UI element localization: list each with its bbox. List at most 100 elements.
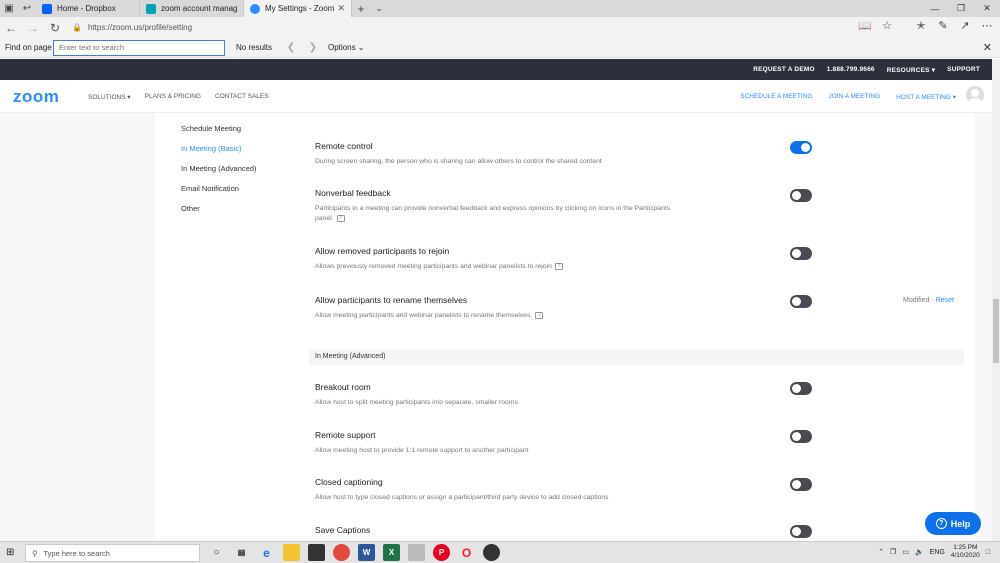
windows-start-icon[interactable]: ⊞ [6,547,14,558]
sidebar-item-schedule-meeting[interactable]: Schedule Meeting [181,124,256,144]
scrollbar-thumb[interactable] [993,299,999,363]
tab-back-icon[interactable]: ↩ [18,0,36,17]
settings-sidebar: Schedule Meeting In Meeting (Basic) In M… [181,124,256,224]
right-gutter [975,113,992,541]
favorite-star-icon[interactable]: ☆ [880,19,894,32]
setting-title: Breakout room [315,382,371,392]
speedometer-app-icon[interactable] [483,544,500,561]
setting-desc: Allow meeting host to provide 1:1 remote… [315,447,529,454]
allow-rejoin-toggle[interactable] [790,247,812,260]
tab-list-chevron-icon[interactable]: ⌄ [370,0,388,17]
setting-desc: Allow host to split meeting participants… [315,399,518,406]
find-next-icon[interactable]: ❯ [302,42,324,53]
sidebar-item-in-meeting-advanced[interactable]: In Meeting (Advanced) [181,164,256,184]
sidebar-item-in-meeting-basic[interactable]: In Meeting (Basic) [181,144,256,164]
setting-desc: Participants in a meeting can provide no… [315,205,671,222]
request-demo-link[interactable]: REQUEST A DEMO [753,66,815,73]
reading-view-icon[interactable]: 📖 [858,19,872,32]
clock[interactable]: 1:25 PM 4/10/2020 [951,544,980,560]
volume-icon[interactable]: 🔈 [915,548,924,556]
edge-icon[interactable]: e [258,544,275,561]
closed-captioning-toggle[interactable] [790,478,812,491]
url-field[interactable]: 🔒 https://zoom.us/profile/setting [72,20,872,35]
zoom-header: zoom SOLUTIONS ▾ PLANS & PRICING CONTACT… [0,80,992,113]
find-options-button[interactable]: Options ⌄ [328,43,365,52]
url-text: https://zoom.us/profile/setting [87,23,193,32]
notifications-icon[interactable]: □ [986,549,990,556]
minimize-icon[interactable]: — [922,0,948,17]
setting-desc: During screen sharing, the person who is… [315,158,602,165]
forward-icon[interactable]: → [22,21,44,35]
store-icon[interactable] [308,544,325,561]
close-tab-icon[interactable]: ✕ [337,3,345,14]
join-meeting-link[interactable]: JOIN A MEETING [828,93,880,101]
schedule-meeting-link[interactable]: SCHEDULE A MEETING [740,93,812,101]
find-close-icon[interactable]: ✕ [983,41,992,54]
tab-dropbox[interactable]: Home - Dropbox [36,0,140,17]
section-header-advanced: In Meeting (Advanced) [309,349,964,365]
nonverbal-feedback-toggle[interactable] [790,189,812,202]
avatar[interactable] [966,86,984,104]
help-tooltip-icon[interactable]: ? [554,262,563,270]
modified-label: Modified [903,297,930,304]
breakout-room-toggle[interactable] [790,382,812,395]
network-icon[interactable]: ▭ [902,548,909,556]
setting-title: Allow participants to rename themselves [315,295,468,305]
setting-remote-support: Remote support Allow meeting host to pro… [315,430,955,456]
zoom-logo[interactable]: zoom [13,87,59,107]
setting-title: Remote support [315,430,376,440]
favorites-icon[interactable]: ✭ [914,19,928,32]
help-tooltip-icon[interactable]: ? [535,311,544,319]
modified-indicator: Modified · Reset [903,297,954,304]
nav-plans-pricing[interactable]: PLANS & PRICING [145,93,201,101]
support-link[interactable]: SUPPORT [947,66,980,73]
nav-solutions[interactable]: SOLUTIONS ▾ [88,93,131,101]
sidebar-item-email-notification[interactable]: Email Notification [181,184,256,204]
paint-icon[interactable] [408,544,425,561]
tray-chevron-icon[interactable]: ⌃ [878,548,884,556]
more-icon[interactable]: ⋯ [980,19,994,32]
refresh-icon[interactable]: ↻ [44,21,66,35]
find-options-label: Options [328,43,356,52]
resources-menu[interactable]: RESOURCES ▾ [887,66,935,74]
reset-link[interactable]: Reset [936,297,954,304]
remote-control-toggle[interactable] [790,141,812,154]
dropbox-tray-icon[interactable]: ❒ [890,548,896,556]
close-window-icon[interactable]: ✕ [974,0,1000,17]
find-prev-icon[interactable]: ❮ [280,42,302,53]
find-input[interactable]: Enter text to search [53,39,225,56]
tab-my-settings[interactable]: My Settings - Zoom ✕ [244,0,352,17]
pinterest-icon[interactable]: P [433,544,450,561]
taskbar-search[interactable]: ⚲ Type here to search [25,544,200,562]
save-captions-toggle[interactable] [790,525,812,538]
nav-contact-sales[interactable]: CONTACT SALES [215,93,269,101]
file-explorer-icon[interactable] [283,544,300,561]
sidebar-item-other[interactable]: Other [181,204,256,224]
language-indicator[interactable]: ENG [930,549,945,556]
tab-label: My Settings - Zoom [265,4,335,13]
help-tooltip-icon[interactable]: ? [336,214,345,222]
tab-zoom-account[interactable]: zoom account management [140,0,244,17]
notes-icon[interactable]: ✎ [936,19,950,32]
opera-icon[interactable]: O [458,544,475,561]
help-button[interactable]: ? Help [925,512,981,535]
page-scrollbar[interactable] [992,59,1000,541]
allow-rename-toggle[interactable] [790,295,812,308]
host-meeting-menu[interactable]: HOST A MEETING ▾ [896,93,956,101]
maximize-icon[interactable]: ❐ [948,0,974,17]
lock-icon: 🔒 [72,23,82,32]
back-icon[interactable]: ← [0,21,22,35]
chrome-icon[interactable] [333,544,350,561]
cortana-icon[interactable]: ○ [208,544,225,561]
windows-taskbar: ⊞ ⚲ Type here to search ○ ▤ e W X P O ⌃ … [0,541,1000,563]
setting-title: Remote control [315,141,373,151]
clock-date: 4/10/2020 [950,552,980,559]
tab-actions-icon[interactable]: ▣ [0,0,18,17]
new-tab-icon[interactable]: + [352,0,370,17]
task-view-icon[interactable]: ▤ [233,544,250,561]
setting-title: Nonverbal feedback [315,188,391,198]
remote-support-toggle[interactable] [790,430,812,443]
excel-icon[interactable]: X [383,544,400,561]
share-icon[interactable]: ↗ [958,19,972,32]
word-icon[interactable]: W [358,544,375,561]
